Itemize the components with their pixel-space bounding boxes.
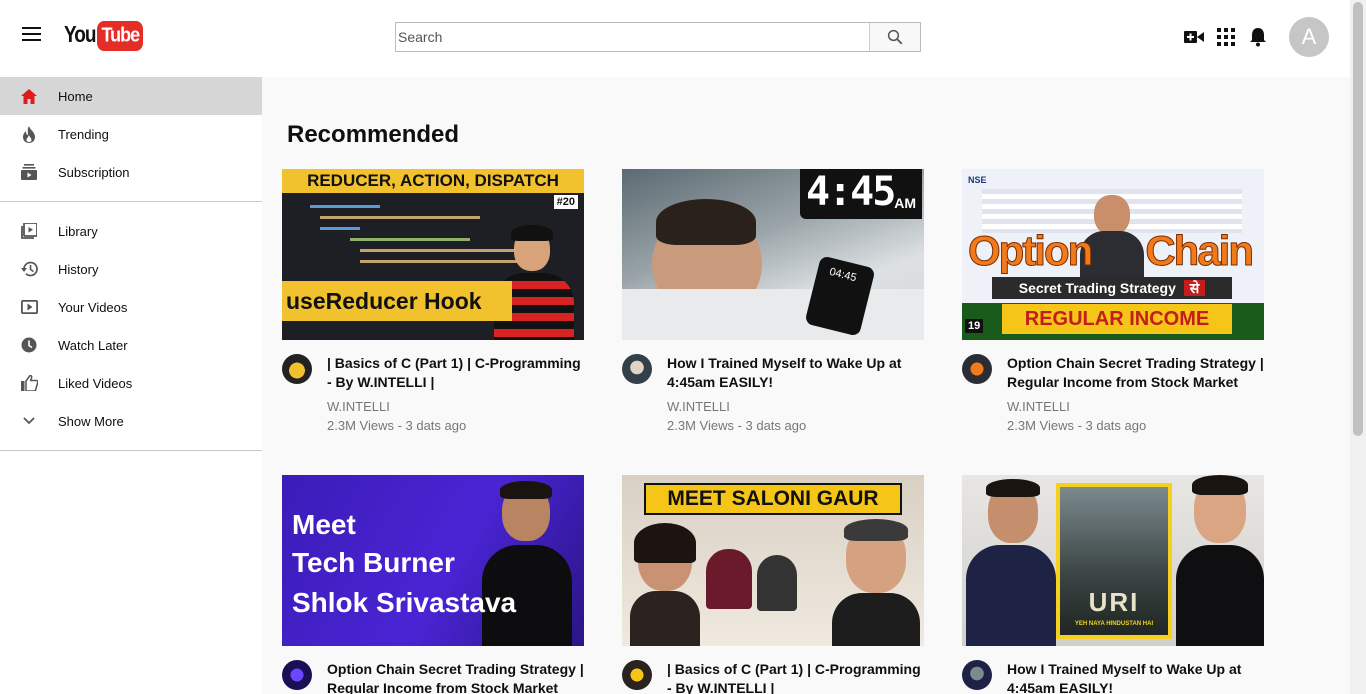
clock-icon bbox=[20, 336, 38, 354]
channel-name[interactable]: W.INTELLI bbox=[667, 397, 929, 416]
search-icon bbox=[887, 29, 903, 45]
sidebar-item-trending[interactable]: Trending bbox=[0, 115, 262, 153]
channel-avatar[interactable] bbox=[962, 660, 992, 690]
video-thumbnail[interactable]: NSE Option Chain Secret Trading Strategy… bbox=[962, 169, 1264, 340]
youtube-app: You Tube A Home bbox=[0, 0, 1366, 694]
sidebar-item-library[interactable]: Library bbox=[0, 212, 262, 250]
fire-icon bbox=[20, 125, 38, 143]
search-bar bbox=[395, 22, 921, 52]
main-content: Recommended REDUCER, ACTION, DISPATCH #2… bbox=[262, 77, 1350, 694]
channel-avatar[interactable] bbox=[282, 354, 312, 384]
chevron-down-icon bbox=[20, 412, 38, 430]
sidebar-item-history[interactable]: History bbox=[0, 250, 262, 288]
sidebar-divider bbox=[0, 201, 262, 202]
header-actions: A bbox=[1183, 17, 1329, 57]
top-header: You Tube A bbox=[0, 0, 1350, 77]
sidebar-item-show-more[interactable]: Show More bbox=[0, 402, 262, 440]
library-icon bbox=[20, 222, 38, 240]
sidebar: Home Trending Subscription Library Histo… bbox=[0, 77, 262, 694]
video-stats: 2.3M Views - 3 dats ago bbox=[327, 418, 467, 433]
video-card[interactable]: Meet Tech Burner Shlok Srivastava Option… bbox=[282, 475, 584, 694]
sidebar-item-watch-later[interactable]: Watch Later bbox=[0, 326, 262, 364]
youtube-logo[interactable]: You Tube bbox=[64, 21, 144, 51]
sidebar-item-liked-videos[interactable]: Liked Videos bbox=[0, 364, 262, 402]
subscription-icon bbox=[20, 163, 38, 181]
history-icon bbox=[20, 260, 38, 278]
create-video-icon[interactable] bbox=[1183, 26, 1205, 48]
video-title[interactable]: | Basics of C (Part 1) | C-Programming -… bbox=[327, 354, 589, 392]
channel-avatar[interactable] bbox=[282, 660, 312, 690]
section-title: Recommended bbox=[287, 121, 460, 148]
scrollbar-thumb[interactable] bbox=[1353, 2, 1363, 436]
search-button[interactable] bbox=[869, 23, 920, 51]
channel-avatar[interactable] bbox=[622, 660, 652, 690]
page-scrollbar[interactable] bbox=[1350, 0, 1366, 694]
video-card[interactable]: 4:45 AM 04:45 How I Trained Myself to Wa… bbox=[622, 169, 924, 435]
video-thumbnail[interactable]: MEET SALONI GAUR bbox=[622, 475, 924, 646]
video-thumbnail[interactable]: Meet Tech Burner Shlok Srivastava bbox=[282, 475, 584, 646]
video-stats: 2.3M Views - 3 dats ago bbox=[1007, 418, 1147, 433]
sidebar-item-subscription[interactable]: Subscription bbox=[0, 153, 262, 191]
video-thumbnail[interactable]: URI YEH NAYA HINDUSTAN HAI bbox=[962, 475, 1264, 646]
home-icon bbox=[20, 87, 38, 105]
your-videos-icon bbox=[20, 298, 38, 316]
search-input[interactable] bbox=[396, 23, 869, 51]
video-card[interactable]: REDUCER, ACTION, DISPATCH #20 useReducer… bbox=[282, 169, 584, 435]
video-title[interactable]: How I Trained Myself to Wake Up at 4:45a… bbox=[1007, 660, 1269, 694]
video-thumbnail[interactable]: 4:45 AM 04:45 bbox=[622, 169, 924, 340]
video-card[interactable]: MEET SALONI GAUR | Basics of C (Part 1) … bbox=[622, 475, 924, 694]
account-avatar[interactable]: A bbox=[1289, 17, 1329, 57]
video-card[interactable]: URI YEH NAYA HINDUSTAN HAI How I Trained… bbox=[962, 475, 1264, 694]
video-stats: 2.3M Views - 3 dats ago bbox=[667, 418, 807, 433]
video-thumbnail[interactable]: REDUCER, ACTION, DISPATCH #20 useReducer… bbox=[282, 169, 584, 340]
apps-grid-icon[interactable] bbox=[1215, 26, 1237, 48]
sidebar-divider bbox=[0, 450, 262, 451]
channel-name[interactable]: W.INTELLI bbox=[327, 397, 589, 416]
video-title[interactable]: | Basics of C (Part 1) | C-Programming -… bbox=[667, 660, 929, 694]
video-card[interactable]: NSE Option Chain Secret Trading Strategy… bbox=[962, 169, 1264, 435]
sidebar-item-home[interactable]: Home bbox=[0, 77, 262, 115]
thumbs-up-icon bbox=[20, 374, 38, 392]
video-title[interactable]: Option Chain Secret Trading Strategy | R… bbox=[1007, 354, 1269, 392]
channel-avatar[interactable] bbox=[622, 354, 652, 384]
channel-avatar[interactable] bbox=[962, 354, 992, 384]
notifications-bell-icon[interactable] bbox=[1247, 26, 1269, 48]
sidebar-item-your-videos[interactable]: Your Videos bbox=[0, 288, 262, 326]
video-title[interactable]: How I Trained Myself to Wake Up at 4:45a… bbox=[667, 354, 929, 392]
video-title[interactable]: Option Chain Secret Trading Strategy | R… bbox=[327, 660, 589, 694]
menu-icon[interactable] bbox=[22, 27, 42, 45]
channel-name[interactable]: W.INTELLI bbox=[1007, 397, 1269, 416]
